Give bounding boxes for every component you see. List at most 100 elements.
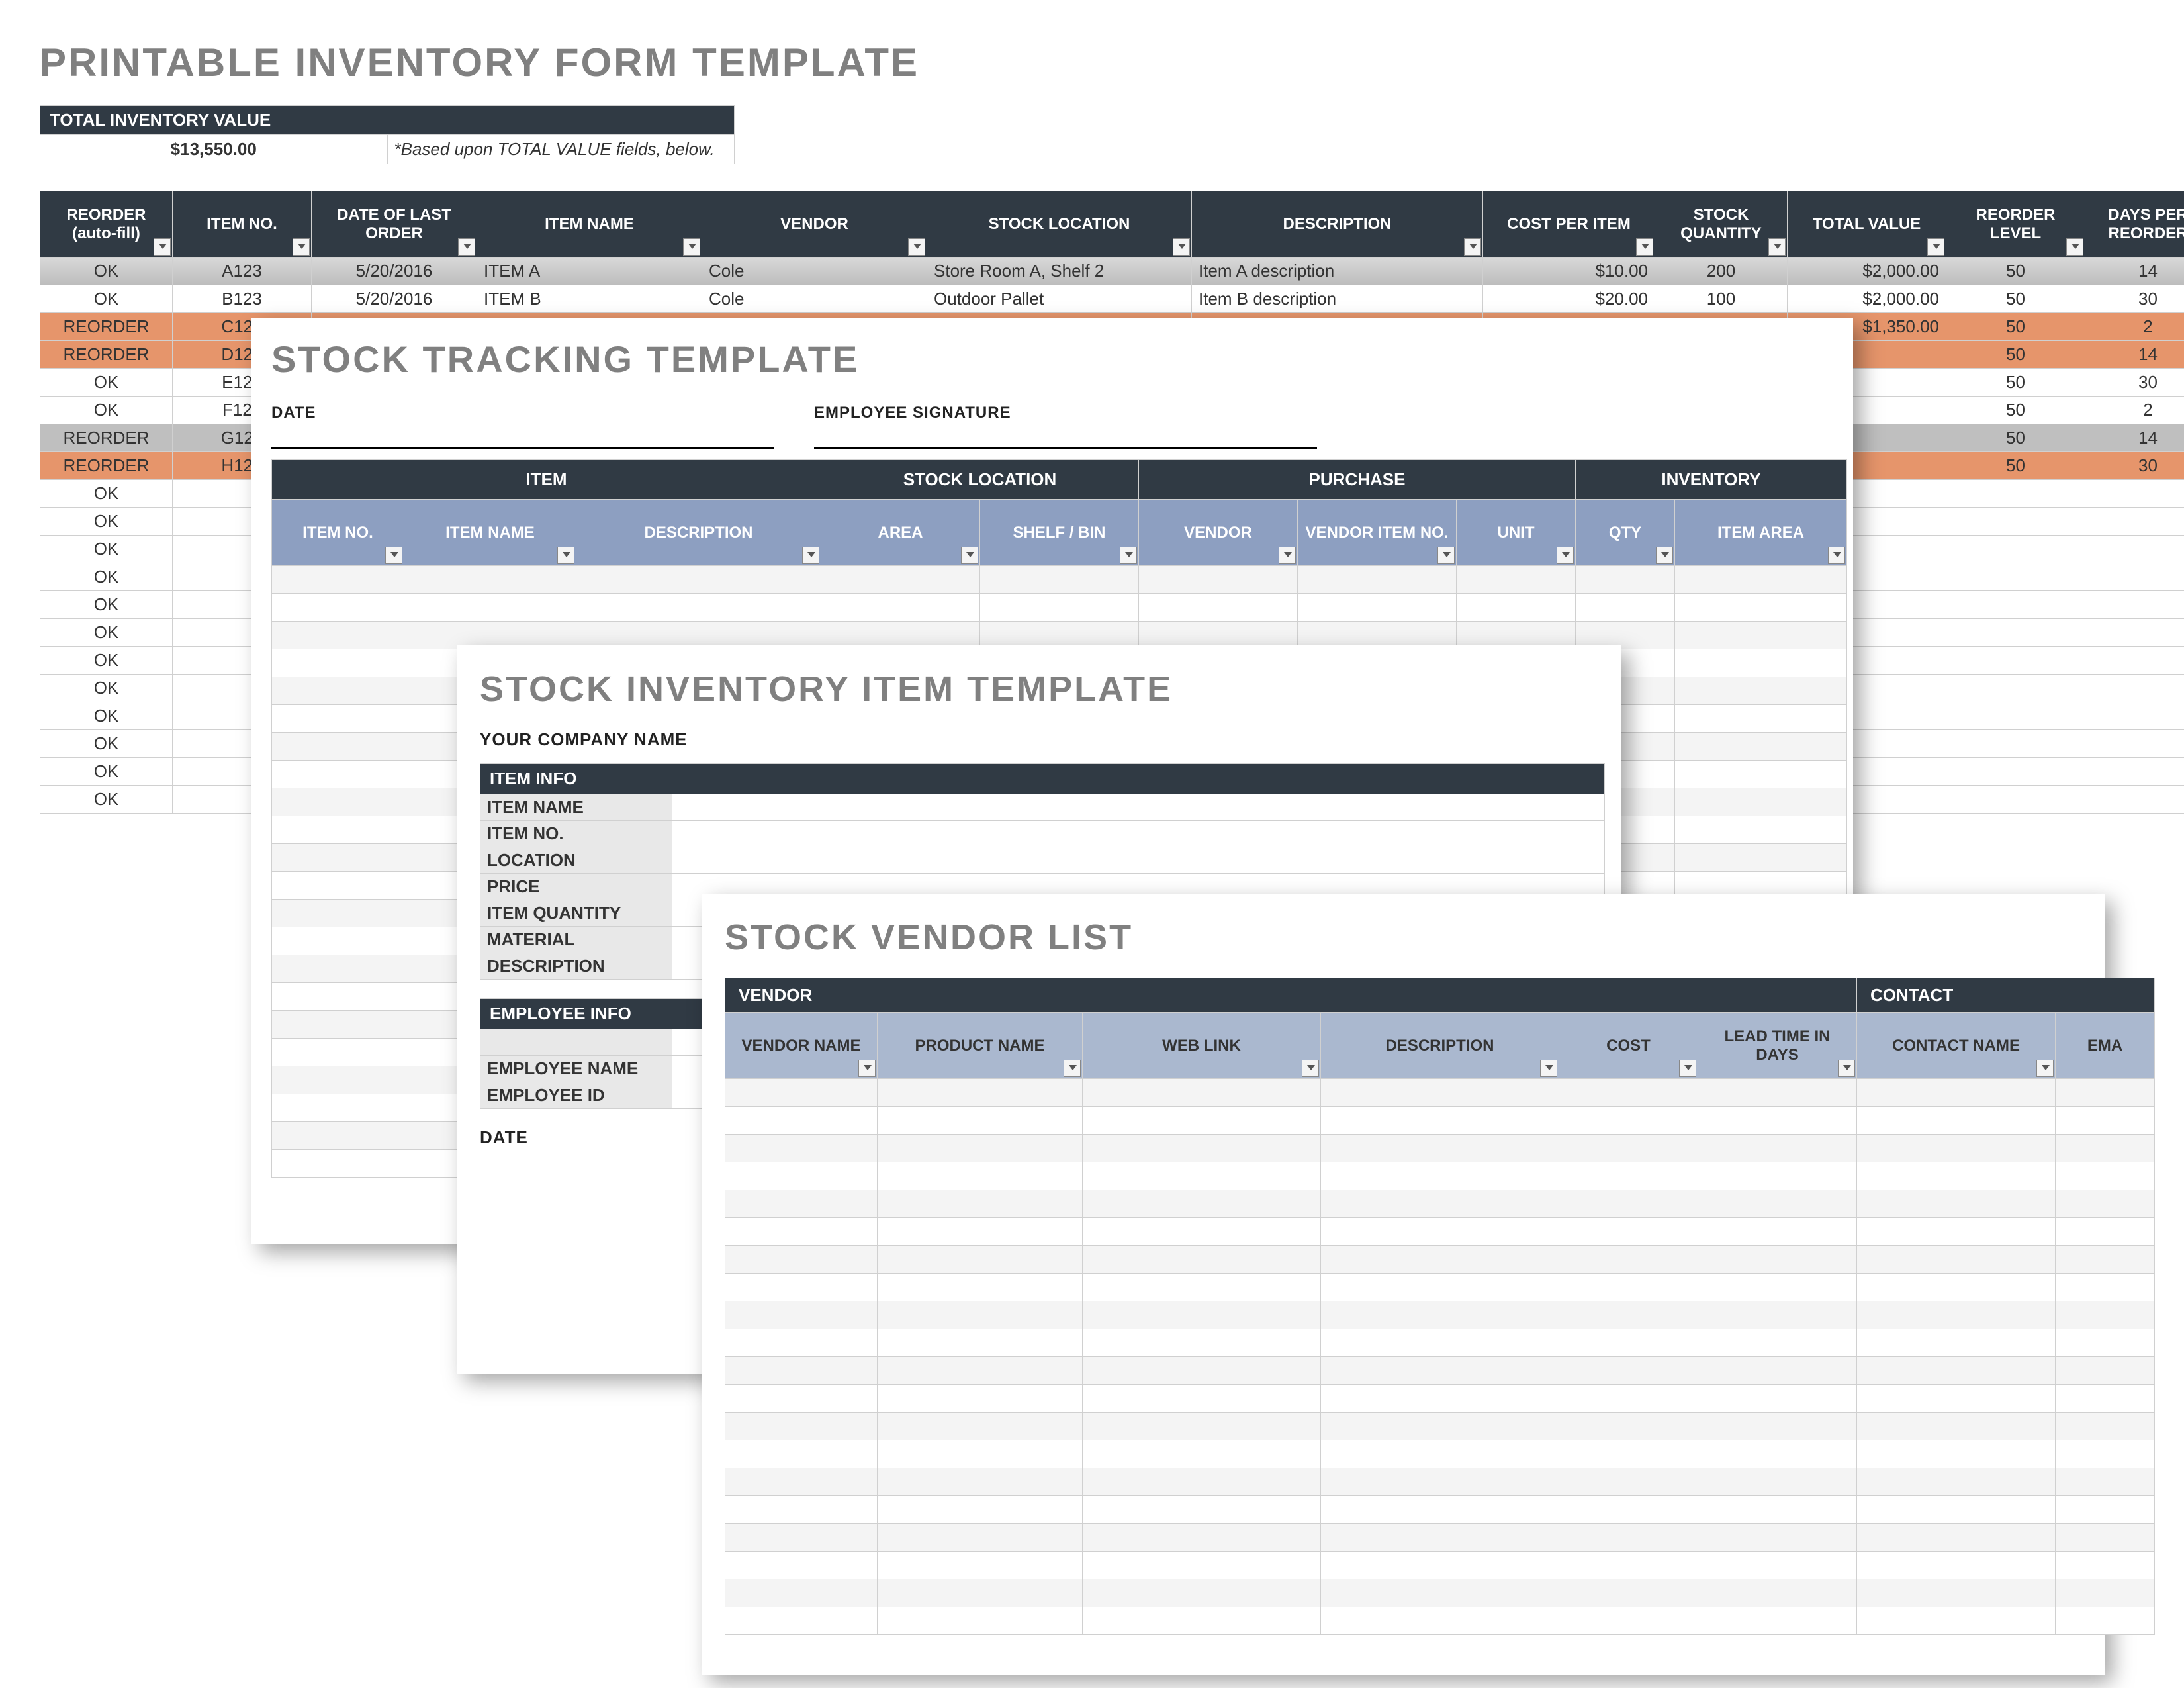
cell[interactable] [725, 1607, 878, 1635]
cell[interactable] [2056, 1579, 2155, 1607]
cell[interactable] [272, 649, 404, 677]
cell[interactable] [980, 594, 1139, 622]
cell[interactable] [2056, 1162, 2155, 1190]
cell[interactable] [1698, 1496, 1857, 1524]
cell[interactable] [1559, 1190, 1698, 1218]
cell[interactable] [1083, 1274, 1321, 1301]
cell[interactable] [878, 1162, 1083, 1190]
col-header[interactable]: EMA [2056, 1013, 2155, 1079]
col-header[interactable]: VENDOR [1139, 500, 1298, 566]
cell[interactable] [1559, 1607, 1698, 1635]
cell[interactable] [1321, 1357, 1559, 1385]
cell[interactable] [1857, 1246, 2056, 1274]
cell[interactable] [1698, 1274, 1857, 1301]
cell[interactable] [1698, 1107, 1857, 1135]
cell[interactable] [1083, 1107, 1321, 1135]
cell[interactable] [878, 1218, 1083, 1246]
col-header[interactable]: DESCRIPTION [1192, 191, 1483, 258]
cell[interactable] [272, 705, 404, 733]
cell[interactable] [725, 1579, 878, 1607]
cell[interactable] [1083, 1301, 1321, 1329]
cell[interactable] [725, 1552, 878, 1579]
col-header[interactable]: REORDER LEVEL [1946, 191, 2085, 258]
col-header[interactable]: AREA [821, 500, 980, 566]
cell[interactable] [1675, 649, 1847, 677]
cell[interactable] [878, 1468, 1083, 1496]
cell[interactable] [272, 1094, 404, 1122]
cell[interactable] [1559, 1385, 1698, 1413]
cell[interactable] [1698, 1079, 1857, 1107]
cell[interactable] [878, 1107, 1083, 1135]
cell[interactable] [1698, 1246, 1857, 1274]
col-header[interactable]: UNIT [1457, 500, 1576, 566]
cell[interactable] [1698, 1440, 1857, 1468]
cell[interactable] [1576, 594, 1675, 622]
col-header[interactable]: CONTACT NAME [1857, 1013, 2056, 1079]
cell[interactable] [2056, 1413, 2155, 1440]
cell[interactable] [272, 1150, 404, 1178]
cell[interactable] [272, 1122, 404, 1150]
cell[interactable] [1139, 566, 1298, 594]
col-header[interactable]: VENDOR [702, 191, 927, 258]
col-header[interactable]: QTY [1576, 500, 1675, 566]
cell[interactable] [2056, 1385, 2155, 1413]
cell[interactable] [1083, 1329, 1321, 1357]
col-header[interactable]: ITEM AREA [1675, 500, 1847, 566]
cell[interactable] [1559, 1468, 1698, 1496]
cell[interactable] [272, 1011, 404, 1039]
cell[interactable] [272, 872, 404, 900]
cell[interactable] [1083, 1190, 1321, 1218]
cell[interactable] [1083, 1440, 1321, 1468]
cell[interactable] [1083, 1357, 1321, 1385]
cell[interactable] [878, 1357, 1083, 1385]
cell[interactable] [272, 566, 404, 594]
cell[interactable] [725, 1357, 878, 1385]
cell[interactable] [2056, 1274, 2155, 1301]
col-header[interactable]: PRODUCT NAME [878, 1013, 1083, 1079]
cell[interactable] [1698, 1385, 1857, 1413]
cell[interactable] [2056, 1135, 2155, 1162]
col-header[interactable]: DATE OF LAST ORDER [312, 191, 477, 258]
cell[interactable] [1321, 1190, 1559, 1218]
cell[interactable] [1083, 1135, 1321, 1162]
col-header[interactable]: STOCK LOCATION [927, 191, 1192, 258]
cell[interactable] [1675, 788, 1847, 816]
cell[interactable] [878, 1440, 1083, 1468]
cell[interactable] [1083, 1246, 1321, 1274]
cell[interactable] [1083, 1607, 1321, 1635]
cell[interactable] [1298, 566, 1457, 594]
cell[interactable] [725, 1190, 878, 1218]
cell[interactable] [272, 983, 404, 1011]
cell[interactable] [1857, 1413, 2056, 1440]
cell[interactable] [2056, 1496, 2155, 1524]
cell[interactable] [1559, 1301, 1698, 1329]
cell[interactable] [576, 566, 821, 594]
cell[interactable] [1698, 1607, 1857, 1635]
cell[interactable] [2056, 1107, 2155, 1135]
cell[interactable] [1559, 1579, 1698, 1607]
cell[interactable] [1559, 1107, 1698, 1135]
cell[interactable] [1321, 1218, 1559, 1246]
cell[interactable] [1675, 816, 1847, 844]
col-header[interactable]: REORDER (auto-fill) [40, 191, 173, 258]
cell[interactable] [878, 1190, 1083, 1218]
cell[interactable] [725, 1329, 878, 1357]
col-header[interactable]: DESCRIPTION [576, 500, 821, 566]
cell[interactable] [1857, 1107, 2056, 1135]
col-header[interactable]: SHELF / BIN [980, 500, 1139, 566]
cell[interactable] [1698, 1552, 1857, 1579]
cell[interactable] [1857, 1440, 2056, 1468]
cell[interactable] [404, 566, 576, 594]
cell[interactable] [1321, 1579, 1559, 1607]
cell[interactable] [878, 1135, 1083, 1162]
cell[interactable] [1321, 1301, 1559, 1329]
cell[interactable] [878, 1496, 1083, 1524]
cell[interactable] [1321, 1329, 1559, 1357]
cell[interactable] [1559, 1552, 1698, 1579]
cell[interactable] [2056, 1190, 2155, 1218]
col-header[interactable]: COST [1559, 1013, 1698, 1079]
cell[interactable] [725, 1468, 878, 1496]
cell[interactable] [1083, 1524, 1321, 1552]
cell[interactable] [725, 1162, 878, 1190]
cell[interactable] [725, 1135, 878, 1162]
